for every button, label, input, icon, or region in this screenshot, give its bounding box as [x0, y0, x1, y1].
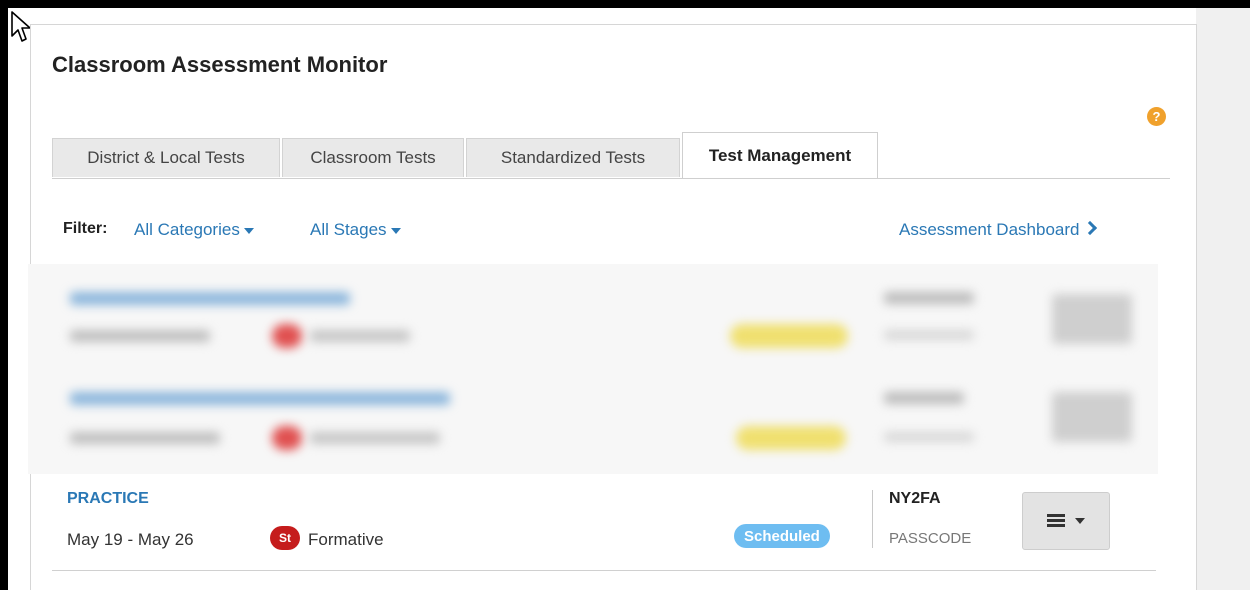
screen: Classroom Assessment Monitor ? District …	[0, 0, 1250, 590]
filter-label: Filter:	[63, 220, 108, 237]
test-name-link[interactable]: PRACTICE	[67, 490, 149, 508]
passcode-value: NY2FA	[889, 490, 941, 507]
hamburger-icon	[1047, 514, 1065, 528]
test-type-badge: St	[270, 526, 300, 550]
blurred-passcode	[884, 392, 964, 404]
test-type-label: Formative	[308, 530, 384, 549]
tab-bar: District & Local Tests Classroom Tests S…	[52, 132, 1170, 179]
row-divider	[872, 490, 873, 548]
test-row: PRACTICE May 19 - May 26 St Formative Sc…	[52, 474, 1156, 571]
blurred-menu-button	[1052, 294, 1132, 344]
blurred-test-title	[70, 392, 450, 405]
caret-down-icon	[1075, 518, 1085, 524]
row-actions-menu-button[interactable]	[1022, 492, 1110, 550]
blurred-status-badge	[736, 426, 846, 450]
assessment-dashboard-label: Assessment Dashboard	[899, 220, 1080, 239]
caret-down-icon	[243, 227, 254, 234]
stages-dropdown-label: All Stages	[310, 220, 387, 239]
blurred-test-title	[70, 292, 350, 305]
blurred-test-list	[28, 264, 1158, 474]
blurred-menu-button	[1052, 392, 1132, 442]
blurred-test-dates	[70, 330, 210, 342]
blurred-type-label	[310, 432, 440, 444]
help-icon[interactable]: ?	[1147, 107, 1166, 126]
tab-standardized-tests[interactable]: Standardized Tests	[466, 138, 680, 177]
blurred-passcode-label	[884, 330, 974, 340]
right-gutter	[1196, 8, 1250, 590]
blurred-status-badge	[730, 324, 848, 348]
passcode-label: PASSCODE	[889, 530, 972, 547]
mouse-cursor-icon	[11, 11, 31, 42]
status-badge: Scheduled	[734, 524, 830, 548]
page-title: Classroom Assessment Monitor	[52, 52, 388, 77]
blurred-type-badge	[272, 426, 302, 450]
blurred-passcode	[884, 292, 974, 304]
stages-dropdown[interactable]: All Stages	[310, 220, 401, 240]
tab-classroom-tests[interactable]: Classroom Tests	[282, 138, 464, 177]
blurred-type-badge	[272, 324, 302, 348]
window-frame-top	[0, 0, 1250, 8]
tab-test-management[interactable]: Test Management	[682, 132, 878, 178]
blurred-test-dates	[70, 432, 220, 444]
tab-district-local-tests[interactable]: District & Local Tests	[52, 138, 280, 177]
categories-dropdown[interactable]: All Categories	[134, 220, 254, 240]
test-dates: May 19 - May 26	[67, 530, 194, 549]
categories-dropdown-label: All Categories	[134, 220, 240, 239]
assessment-dashboard-link[interactable]: Assessment Dashboard	[899, 220, 1098, 240]
window-frame-left	[0, 0, 8, 590]
caret-down-icon	[390, 227, 401, 234]
blurred-passcode-label	[884, 432, 974, 442]
chevron-right-icon	[1083, 220, 1098, 236]
blurred-type-label	[310, 330, 410, 342]
